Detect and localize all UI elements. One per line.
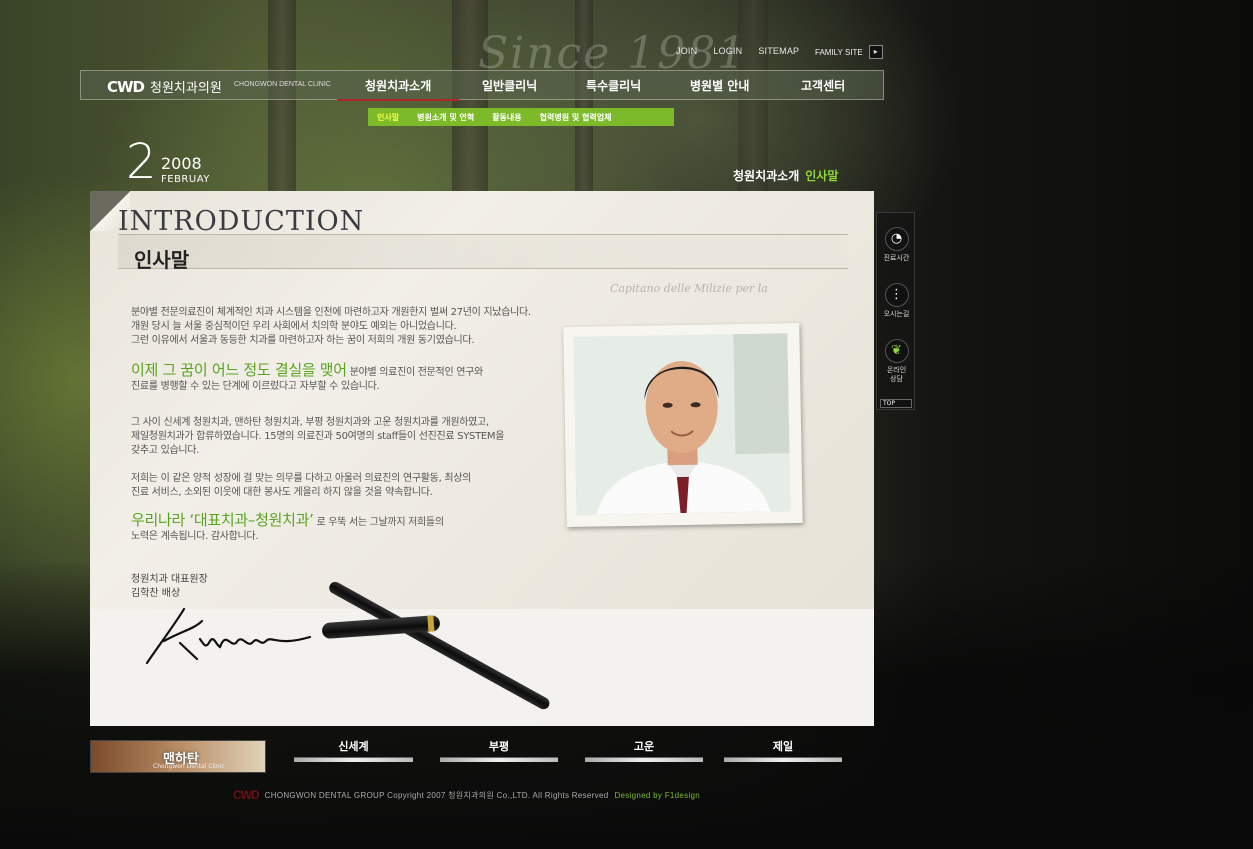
subnav-greeting[interactable]: 인사말 [368, 112, 408, 123]
content-panel: INTRODUCTION 인사말 Capitano delle Milizie … [90, 191, 874, 726]
footer: CWD CHONGWON DENTAL GROUP Copyright 2007… [233, 788, 700, 802]
nav-item-branch-guide[interactable]: 병원별 안내 [690, 77, 749, 94]
clock-icon: ◔ [884, 227, 909, 251]
footer-logo: CWD [233, 788, 260, 802]
date-day: 2 [126, 134, 157, 190]
signature-image [145, 607, 312, 665]
paragraph-4: 저희는 이 같은 양적 성장에 걸 맞는 의무를 다하고 아울러 의료진의 연구… [131, 473, 472, 498]
sub-navigation: 인사말 병원소개 및 연혁 활동내용 협력병원 및 협력업체 [368, 108, 674, 126]
subnav-activities[interactable]: 활동내용 [483, 112, 530, 123]
main-navigation: CWD 청원치과의원 CHONGWON DENTAL CLINIC 청원치과소개… [80, 70, 884, 101]
subnav-partners[interactable]: 협력병원 및 협력업체 [531, 112, 621, 123]
director-photo-frame [563, 322, 803, 528]
quick-online-consult[interactable]: ❦ 온라인 상담 [877, 339, 916, 384]
paragraph-1: 분야별 전문의료진이 체계적인 치과 시스템을 인천에 마련하고자 개원한지 벌… [131, 307, 531, 346]
signer-title: 청원치과 대표원장 [131, 574, 208, 585]
quick-menu: ◔ 진료시간 ⋮ 오시는길 ❦ 온라인 상담 TOP [876, 212, 915, 410]
branch-goun[interactable]: 고운 [585, 738, 703, 762]
title-band [118, 234, 848, 269]
login-link[interactable]: LOGIN [713, 46, 742, 56]
logo-name: 청원치과의원 [150, 81, 222, 96]
director-photo [573, 333, 791, 515]
logo[interactable]: CWD 청원치과의원 [107, 77, 222, 97]
highlight-text: 이제 그 꿈이 어느 정도 결실을 맺어 [131, 361, 347, 379]
footer-copyright: CHONGWON DENTAL GROUP Copyright 2007 청원치… [264, 790, 609, 800]
breadcrumb-parent[interactable]: 청원치과소개 [733, 169, 799, 183]
nav-item-customer-center[interactable]: 고객센터 [801, 77, 845, 94]
sitemap-link[interactable]: SITEMAP [758, 46, 799, 56]
branch-shinsegae[interactable]: 신세계 [294, 738, 413, 762]
page-title: 인사말 [134, 248, 190, 272]
breadcrumb: 청원치과소개 인사말 [733, 167, 838, 184]
nav-item-intro[interactable]: 청원치과소개 [336, 77, 460, 101]
top-button[interactable]: TOP [880, 399, 912, 408]
logo-english-name: CHONGWON DENTAL CLINIC [234, 81, 331, 88]
branch-manhattan[interactable]: 맨하탄 Chongwon Dental Clinic [90, 740, 266, 773]
nav-item-general-clinic[interactable]: 일반클리닉 [482, 77, 537, 94]
date-year: 2008 [161, 154, 202, 173]
paragraph-5: 우리나라 ‘대표치과–청원치과’ 로 우뚝 서는 그날까지 저희들의 노력은 계… [131, 511, 444, 543]
top-links: JOIN LOGIN SITEMAP [676, 46, 799, 56]
heading-english: INTRODUCTION [118, 206, 365, 237]
footer-designer-link[interactable]: Designed by F1design [614, 791, 700, 800]
subnav-history[interactable]: 병원소개 및 연혁 [408, 112, 483, 123]
logo-mark: CWD [107, 77, 145, 96]
branch-jeil[interactable]: 제일 [724, 738, 842, 762]
breadcrumb-current: 인사말 [805, 169, 839, 183]
nav-item-special-clinic[interactable]: 특수클리닉 [586, 77, 641, 94]
family-site-arrow-icon[interactable]: ▸ [868, 45, 883, 59]
join-link[interactable]: JOIN [676, 46, 697, 56]
signer: 청원치과 대표원장 김학찬 배상 [131, 573, 208, 601]
paragraph-3: 그 사이 신세계 청원치과, 맨하탄 청원치과, 부평 청원치과와 고운 청원치… [131, 417, 505, 456]
quick-hours[interactable]: ◔ 진료시간 [877, 227, 916, 263]
signer-name: 김학찬 배상 [131, 588, 181, 599]
branch-bupyeong[interactable]: 부평 [440, 738, 558, 762]
paragraph-2: 이제 그 꿈이 어느 정도 결실을 맺어 분야별 의료진이 전문적인 연구와 진… [131, 361, 483, 393]
quick-directions[interactable]: ⋮ 오시는길 [877, 283, 916, 319]
date-month: FEBRUAY [161, 174, 210, 185]
branch-manhattan-subtitle: Chongwon Dental Clinic [153, 763, 225, 770]
family-site-select[interactable]: FAMILY SITE ▸ [815, 45, 883, 59]
traffic-light-icon: ⋮ [884, 283, 909, 307]
highlight-text: 우리나라 ‘대표치과–청원치과’ [131, 511, 314, 529]
family-site-label: FAMILY SITE [815, 47, 863, 57]
leaf-icon: ❦ [884, 339, 909, 363]
